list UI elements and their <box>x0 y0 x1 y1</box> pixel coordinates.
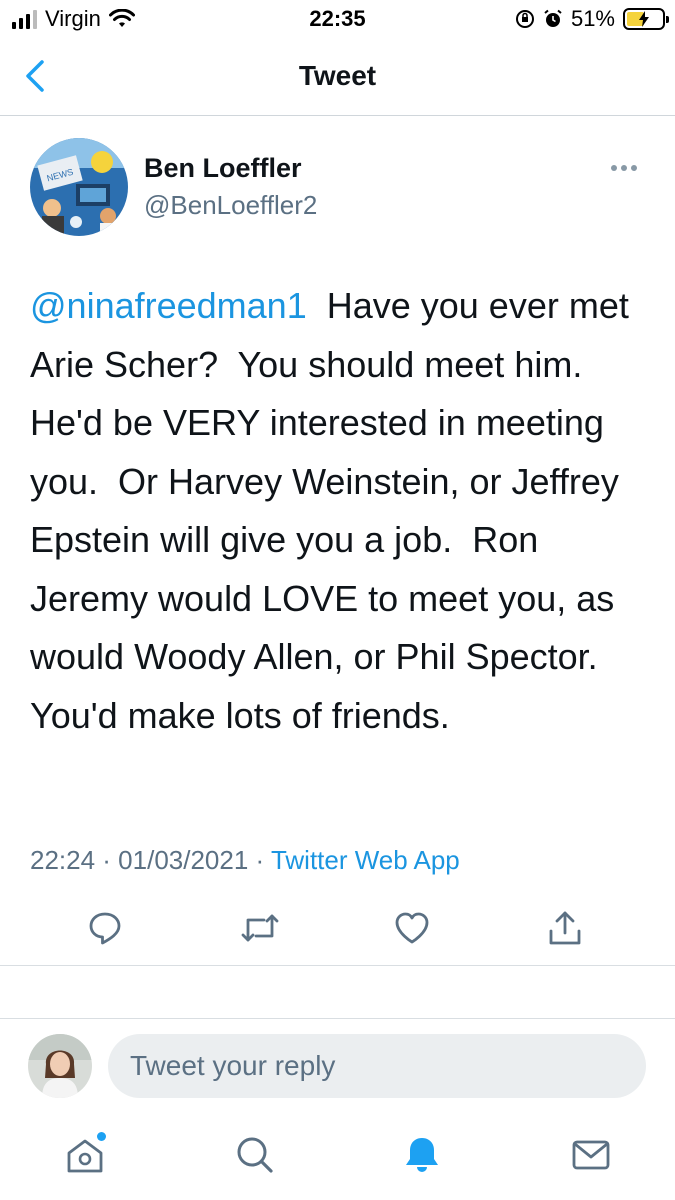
section-divider <box>0 965 675 1019</box>
tweet-source-link[interactable]: Twitter Web App <box>271 845 460 875</box>
bell-icon <box>406 1138 438 1172</box>
tab-notifications[interactable] <box>397 1130 447 1180</box>
battery-percent: 51% <box>570 6 615 31</box>
retweet-icon <box>241 914 279 942</box>
orientation-lock-icon <box>515 10 534 28</box>
nav-header: Tweet <box>0 40 675 116</box>
user-avatar[interactable] <box>28 1034 92 1098</box>
tweet-timestamp: 22:24 · 01/03/2021 · <box>30 845 271 875</box>
more-button[interactable] <box>611 158 645 178</box>
tweet-meta: 22:24 · 01/03/2021 · Twitter Web App <box>30 845 460 876</box>
author-handle[interactable]: @BenLoeffler2 <box>144 190 317 221</box>
tweet-actions <box>0 905 675 955</box>
retweet-button[interactable] <box>237 905 283 951</box>
reply-button[interactable] <box>82 905 128 951</box>
page-title: Tweet <box>298 60 377 91</box>
share-icon <box>549 911 581 945</box>
alarm-icon <box>544 9 562 27</box>
status-right: 51% <box>515 6 669 32</box>
battery-icon <box>623 8 669 30</box>
bottom-tab-bar <box>0 1120 675 1200</box>
status-bar: Virgin 22:35 51% <box>0 0 675 40</box>
mail-icon <box>572 1140 610 1170</box>
reply-input[interactable]: Tweet your reply <box>108 1034 646 1098</box>
like-button[interactable] <box>389 905 435 951</box>
tab-search[interactable] <box>230 1130 280 1180</box>
search-icon <box>237 1137 273 1173</box>
mention-link[interactable]: @ninafreedman1 <box>30 285 307 326</box>
more-dots-icon <box>611 165 617 171</box>
tab-home[interactable] <box>60 1130 110 1180</box>
reply-icon <box>89 912 121 945</box>
author-name[interactable]: Ben Loeffler <box>144 153 302 184</box>
tweet-body: Have you ever met Arie Scher? You should… <box>30 285 637 736</box>
share-button[interactable] <box>542 905 588 951</box>
tab-messages[interactable] <box>566 1130 616 1180</box>
tweet-text: @ninafreedman1 Have you ever met Arie Sc… <box>30 277 650 745</box>
heart-icon <box>395 912 429 944</box>
home-notification-dot <box>97 1132 106 1141</box>
author-avatar[interactable]: NEWS <box>30 138 128 236</box>
